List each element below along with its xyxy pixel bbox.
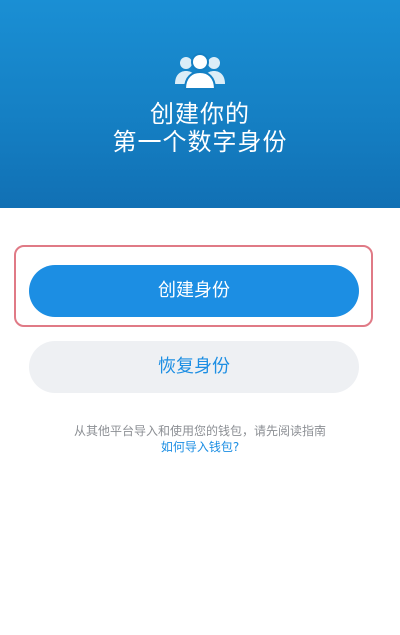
import-guide-link[interactable]: 如何导入钱包? bbox=[0, 439, 400, 455]
users-icon bbox=[175, 53, 225, 90]
page-title-line1: 创建你的 bbox=[150, 100, 250, 128]
page-title-line2: 第一个数字身份 bbox=[112, 128, 288, 156]
create-identity-button[interactable]: 创建身份 bbox=[29, 265, 359, 317]
header-banner: 创建你的 第一个数字身份 bbox=[0, 0, 400, 208]
restore-identity-button[interactable]: 恢复身份 bbox=[29, 341, 359, 393]
import-hint-text: 从其他平台导入和使用您的钱包，请先阅读指南 bbox=[73, 424, 326, 438]
